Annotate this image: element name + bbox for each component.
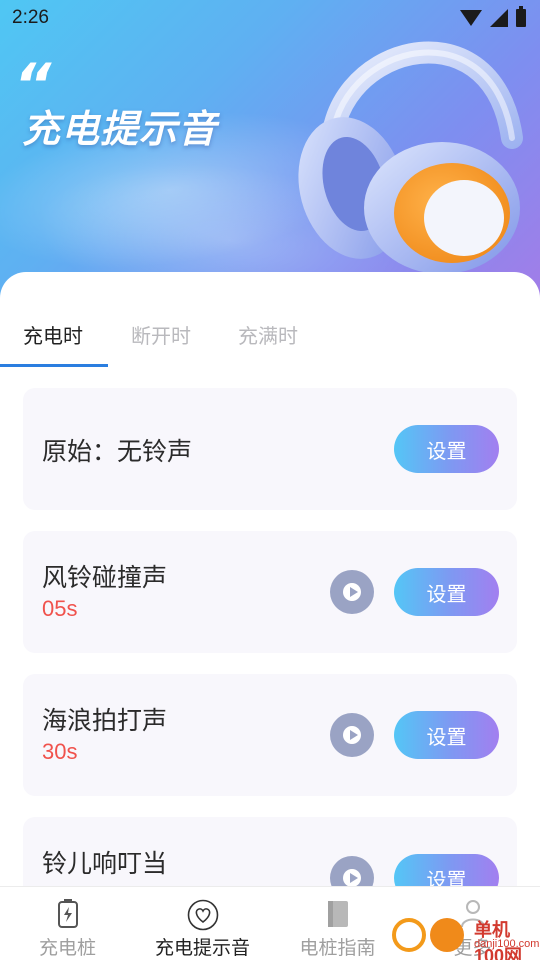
play-icon	[343, 583, 361, 601]
book-icon	[327, 901, 348, 927]
play-button[interactable]	[330, 713, 374, 757]
watermark-subtext: danji100.com	[474, 938, 540, 950]
heart-icon	[187, 899, 218, 931]
nav-label: 充电提示音	[154, 937, 250, 959]
sound-title: 铃儿响叮当	[42, 849, 168, 878]
tab-bar: 充电时 断开时 充满时	[0, 272, 540, 368]
sound-card: 海浪拍打声 30s 设置	[23, 674, 517, 796]
nav-item-charging-sound[interactable]: 充电提示音	[135, 887, 270, 960]
charging-pile-icon	[57, 899, 78, 928]
watermark-plus-icon	[392, 918, 426, 952]
sound-duration: 30s	[42, 739, 78, 764]
status-icons	[460, 6, 526, 27]
nav-item-guide[interactable]: 电桩指南	[270, 887, 405, 960]
sound-card: 风铃碰撞声 05s 设置	[23, 531, 517, 653]
set-button[interactable]: 设置	[394, 711, 499, 759]
signal-icon	[490, 9, 508, 27]
tab-disconnected[interactable]: 断开时	[131, 320, 191, 349]
sound-card: 铃儿响叮当 设置	[23, 817, 517, 886]
status-time: 2:26	[12, 7, 49, 28]
set-button[interactable]: 设置	[394, 425, 499, 473]
play-icon	[343, 869, 361, 886]
nav-label: 电桩指南	[299, 937, 376, 959]
nav-label: 充电桩	[38, 937, 96, 959]
play-icon	[343, 726, 361, 744]
sound-title: 原始：无铃声	[42, 437, 193, 466]
sound-title: 风铃碰撞声	[42, 563, 168, 592]
watermark-circle-icon	[430, 918, 464, 952]
battery-icon	[516, 6, 526, 27]
content-sheet: 充电时 断开时 充满时 原始：无铃声 设置 风铃碰撞声 05s 设置 海浪拍打声…	[0, 272, 540, 886]
watermark-logo: 单机100网 danji100.com	[390, 916, 540, 960]
tab-full[interactable]: 充满时	[238, 320, 298, 349]
wifi-icon	[460, 10, 482, 26]
page-title: 充电提示音	[22, 107, 218, 151]
play-button[interactable]	[330, 856, 374, 886]
set-button[interactable]: 设置	[394, 568, 499, 616]
nav-item-charging-pile[interactable]: 充电桩	[0, 887, 135, 960]
headphones-illustration	[298, 41, 523, 274]
set-button[interactable]: 设置	[394, 854, 499, 886]
status-bar: 2:26	[0, 0, 540, 36]
sound-card: 原始：无铃声 设置	[23, 388, 517, 510]
header-banner: 2:26 “ 充电提示音	[0, 0, 540, 300]
play-button[interactable]	[330, 570, 374, 614]
sound-duration: 05s	[42, 596, 78, 621]
tab-charging[interactable]: 充电时	[23, 320, 83, 349]
tab-underline	[0, 364, 108, 367]
sound-title: 海浪拍打声	[42, 706, 168, 735]
